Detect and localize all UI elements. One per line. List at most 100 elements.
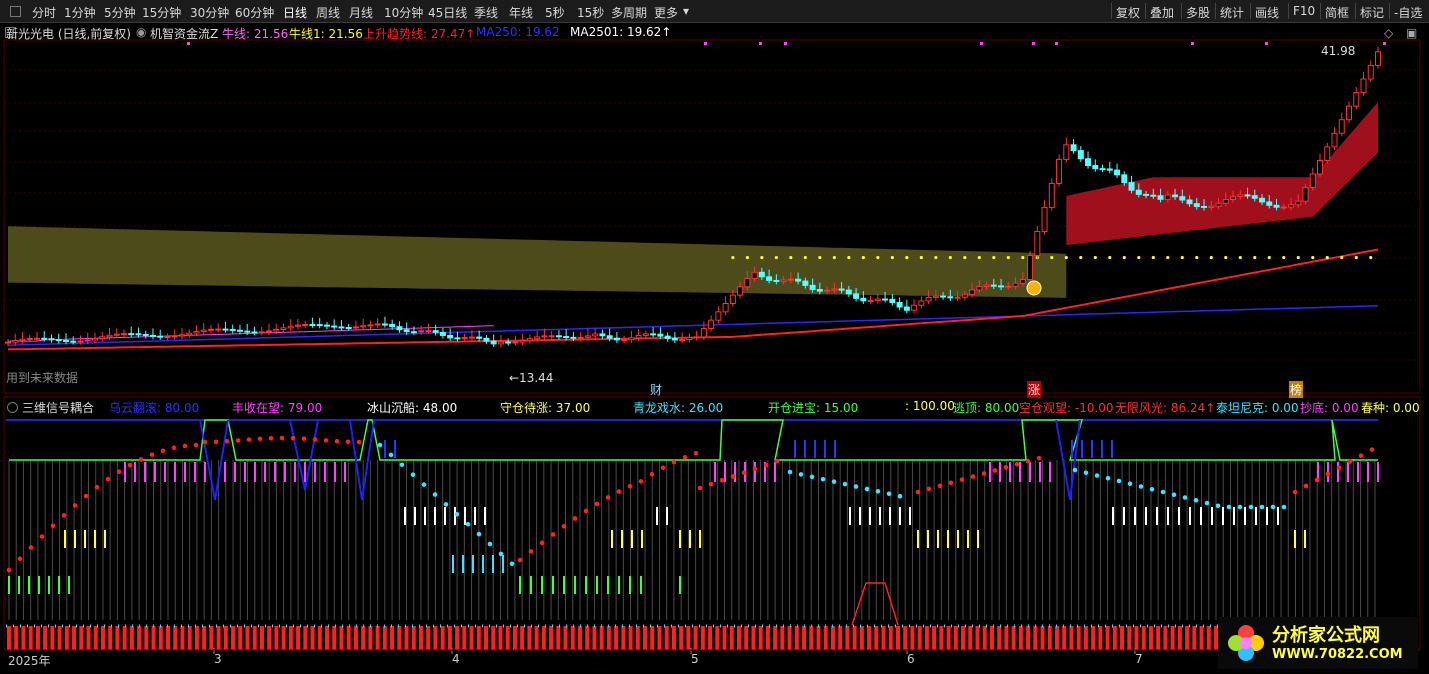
red-base-bar xyxy=(1098,626,1103,650)
red-base-bar xyxy=(1192,626,1197,650)
signal-dot xyxy=(697,485,703,491)
signal-dot xyxy=(213,439,219,445)
tool-0[interactable]: 复权 xyxy=(1116,4,1140,21)
period-10[interactable]: 45日线 xyxy=(428,4,467,21)
period-3[interactable]: 15分钟 xyxy=(142,4,181,21)
period-11[interactable]: 季线 xyxy=(474,4,498,21)
red-base-bar xyxy=(1105,626,1110,650)
period-16[interactable]: 更多 xyxy=(654,4,678,21)
period-7[interactable]: 周线 xyxy=(316,4,340,21)
window-icon[interactable]: ▣ xyxy=(1406,26,1417,40)
red-base-bar xyxy=(216,626,221,650)
candle-body xyxy=(642,333,649,336)
candle-body xyxy=(664,335,671,340)
candle-body xyxy=(867,299,874,302)
period-6[interactable]: 日线 xyxy=(283,4,307,21)
period-8[interactable]: 月线 xyxy=(349,4,373,21)
signal-dot xyxy=(1083,470,1089,476)
candle-body xyxy=(251,331,258,334)
candle-body xyxy=(367,324,374,327)
red-base-bar xyxy=(1047,626,1052,650)
candle-body xyxy=(831,288,838,291)
red-base-bar xyxy=(166,626,171,650)
candle-body xyxy=(200,329,207,333)
candle-body xyxy=(969,289,976,295)
candle-body xyxy=(932,295,939,298)
signal-dot xyxy=(1281,504,1287,510)
support-dot xyxy=(1238,255,1242,260)
support-dot xyxy=(803,255,807,260)
signal-dot xyxy=(182,443,188,449)
candle-body xyxy=(1338,119,1345,134)
tool-6[interactable]: 简框 xyxy=(1325,4,1349,21)
red-base-bar xyxy=(1004,626,1009,650)
period-5[interactable]: 60分钟 xyxy=(235,4,274,21)
support-dot xyxy=(745,255,749,260)
candle-body xyxy=(439,331,446,336)
period-14[interactable]: 15秒 xyxy=(577,4,604,21)
red-base-bar xyxy=(180,626,185,650)
red-base-bar xyxy=(50,626,55,650)
signal-dot xyxy=(926,486,932,492)
sub-indicator-name[interactable]: 三维信号耦合 xyxy=(22,399,94,416)
period-2[interactable]: 5分钟 xyxy=(104,4,136,21)
marker-list[interactable]: 榜 xyxy=(1289,381,1304,398)
red-base-bar xyxy=(1040,626,1045,650)
candle-body xyxy=(874,298,881,301)
diamond-icon[interactable]: ◇ xyxy=(1384,26,1393,40)
candle-body xyxy=(1244,194,1251,197)
support-dot xyxy=(1195,255,1199,260)
candle-body xyxy=(222,328,229,331)
support-dot xyxy=(1122,255,1126,260)
signal-dot xyxy=(897,493,903,499)
period-0[interactable]: 分时 xyxy=(32,4,56,21)
candle-body xyxy=(142,333,149,336)
tool-4[interactable]: 画线 xyxy=(1255,4,1279,21)
candle-body xyxy=(686,337,693,341)
x-label-0: 2025年 xyxy=(8,654,51,668)
signal-dot xyxy=(356,439,362,445)
candle-body xyxy=(5,341,11,344)
red-base-bar xyxy=(953,626,958,650)
marker-finance[interactable]: 财 xyxy=(650,381,662,398)
candle-body xyxy=(505,341,512,344)
toolbar-collapse-icon[interactable] xyxy=(10,6,21,17)
period-4[interactable]: 30分钟 xyxy=(190,4,229,21)
red-base-bar xyxy=(1148,626,1153,650)
red-base-bar xyxy=(469,626,474,650)
red-base-bar xyxy=(231,626,236,650)
red-base-bar xyxy=(86,626,91,650)
red-base-bar xyxy=(187,626,192,650)
support-dot xyxy=(890,255,894,260)
period-13[interactable]: 5秒 xyxy=(545,4,565,21)
candle-body xyxy=(171,335,178,338)
indicator-dropdown-icon[interactable]: ◉ xyxy=(136,25,146,39)
tool-7[interactable]: 标记 xyxy=(1360,4,1384,21)
tool-5[interactable]: F10 xyxy=(1293,4,1315,18)
more-dropdown-icon[interactable]: ▾ xyxy=(683,4,689,18)
marker-limit-up[interactable]: 涨 xyxy=(1027,381,1042,398)
signal-dot xyxy=(693,450,699,456)
support-dot xyxy=(1093,255,1097,260)
collapse-sub-panel-icon[interactable] xyxy=(7,402,18,413)
red-base-bar xyxy=(520,626,525,650)
tool-1[interactable]: 叠加 xyxy=(1150,4,1174,21)
tool-2[interactable]: 多股 xyxy=(1186,4,1210,21)
period-15[interactable]: 多周期 xyxy=(611,4,647,21)
period-9[interactable]: 10分钟 xyxy=(384,4,423,21)
support-dot xyxy=(1253,255,1257,260)
stock-chart[interactable] xyxy=(0,23,1429,674)
signal-dot xyxy=(432,492,438,497)
tool-8[interactable]: -自选 xyxy=(1394,4,1422,21)
candle-body xyxy=(273,328,280,332)
signal-dot xyxy=(864,486,870,492)
signal-dot xyxy=(937,483,943,489)
tool-3[interactable]: 统计 xyxy=(1220,4,1244,21)
period-1[interactable]: 1分钟 xyxy=(64,4,96,21)
support-dot xyxy=(1296,255,1300,260)
candle-body xyxy=(1215,202,1222,207)
support-dot xyxy=(948,255,952,260)
period-12[interactable]: 年线 xyxy=(509,4,533,21)
red-base-bar xyxy=(722,626,727,650)
indicator-name[interactable]: 机智资金流Z xyxy=(150,25,218,42)
